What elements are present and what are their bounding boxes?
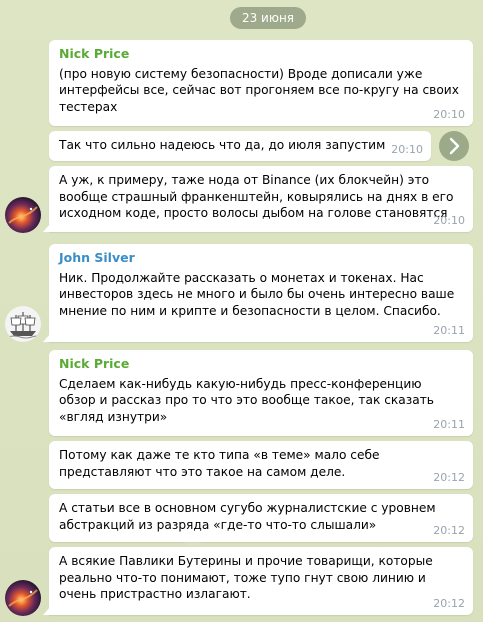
sender-name[interactable]: Nick Price [59, 356, 463, 373]
message-time: 20:11 [433, 417, 465, 431]
message-bubble[interactable]: А уж, к примеру, таже нода от Binance (и… [43, 166, 473, 232]
message-time: 20:10 [391, 142, 423, 156]
message-text: Сделаем как-нибудь какую-нибудь пресс-ко… [59, 376, 434, 424]
nebula-avatar-icon [5, 580, 41, 616]
message-time: 20:12 [433, 523, 465, 537]
message-text: А статьи все в основном сугубо журналист… [59, 501, 436, 532]
chevron-right-icon [449, 137, 460, 155]
message-time: 20:10 [433, 213, 465, 227]
message-bubble[interactable]: Потому как даже те кто типа «в теме» мал… [49, 441, 473, 489]
avatar[interactable] [5, 306, 41, 342]
message-bubble[interactable]: John Silver Ник. Продолжайте рассказать … [43, 244, 473, 342]
avatar[interactable] [5, 580, 41, 616]
message-bubble[interactable]: А всякие Павлики Бутерины и прочие товар… [43, 547, 473, 615]
message-time: 20:12 [433, 470, 465, 484]
avatar[interactable] [5, 197, 41, 233]
message-text: (про новую систему безопасности) Вроде д… [59, 66, 459, 114]
message-time: 20:10 [433, 107, 465, 121]
message-bubble[interactable]: Nick Price Сделаем как-нибудь какую-нибу… [49, 350, 473, 436]
nebula-avatar-icon [5, 197, 41, 233]
message-text: А всякие Павлики Бутерины и прочие товар… [59, 554, 433, 601]
message-bubble[interactable]: Так что сильно надеюсь что да, до июля з… [49, 131, 431, 161]
message-text: Так что сильно надеюсь что да, до июля з… [59, 138, 386, 152]
sender-name[interactable]: Nick Price [59, 46, 463, 63]
date-separator: 23 июня [230, 7, 306, 29]
ship-avatar-icon [5, 306, 41, 342]
message-time: 20:12 [433, 596, 465, 610]
message-text: Потому как даже те кто типа «в теме» мал… [59, 448, 380, 479]
sender-name[interactable]: John Silver [59, 250, 463, 267]
message-bubble[interactable]: А статьи все в основном сугубо журналист… [49, 494, 473, 542]
message-bubble[interactable]: Nick Price (про новую систему безопаснос… [49, 40, 473, 126]
message-time: 20:11 [433, 323, 465, 337]
message-text: А уж, к примеру, таже нода от Binance (и… [59, 173, 454, 220]
message-text: Ник. Продолжайте рассказать о монетах и … [59, 270, 455, 318]
forward-button[interactable] [439, 131, 469, 161]
